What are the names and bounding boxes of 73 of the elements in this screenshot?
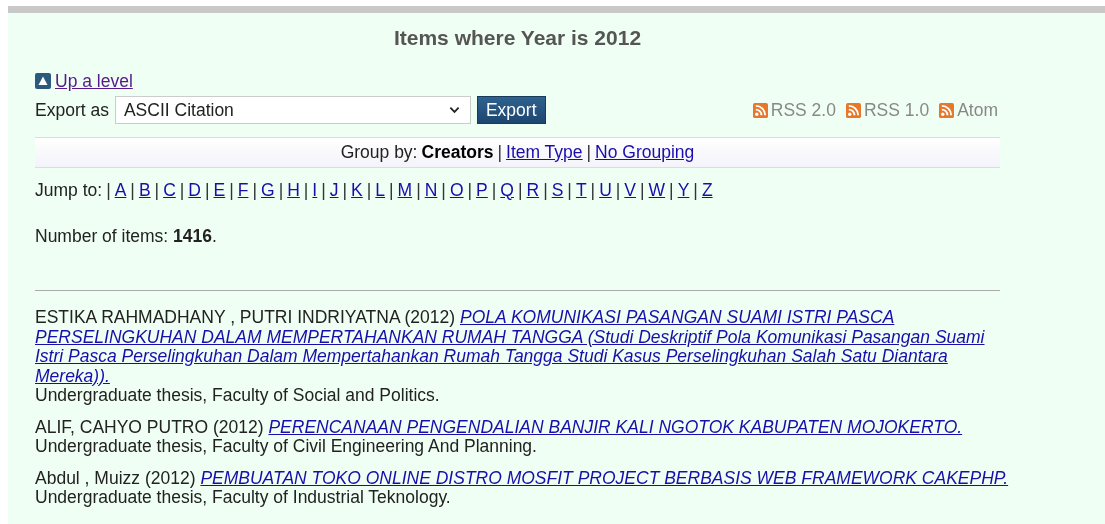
item-count: Number of items: 1416.	[35, 226, 218, 246]
separator: |	[615, 179, 621, 201]
letter-link[interactable]: Q	[500, 179, 514, 201]
separator: |	[154, 179, 160, 201]
group-option[interactable]: No Grouping	[595, 142, 695, 163]
letter-link[interactable]: I	[312, 179, 318, 201]
page-title: Items where Year is 2012	[392, 27, 643, 49]
separator: |	[278, 179, 284, 201]
separator: |	[252, 179, 257, 201]
citation: Abdul , Muizz (2012) PEMBUATAN TOKO ONLINE DISTRO MOSFIT PROJECT BERBASIS WEB FRAMEWORK CAKEPHP. Undergraduate thesis, Faculty of Industrial Teknology.	[35, 468, 1010, 508]
rss-icon	[845, 102, 861, 118]
letter-link[interactable]: H	[287, 179, 300, 201]
separator: |	[586, 142, 592, 163]
separator: |	[640, 179, 645, 201]
feed-link[interactable]: RSS 1.0	[863, 99, 930, 121]
separator: |	[669, 179, 674, 201]
separator: |	[130, 179, 135, 201]
separator: |	[497, 142, 503, 163]
separator: |	[204, 179, 210, 201]
letter-link[interactable]: B	[138, 179, 151, 201]
export-format-select[interactable]: ASCII Citation	[114, 96, 471, 124]
export-label: Export as	[35, 99, 109, 121]
letter-link[interactable]: Y	[677, 179, 690, 201]
letter-link[interactable]: C	[163, 179, 176, 201]
separator: |	[321, 179, 326, 201]
letter-link[interactable]: L	[375, 179, 386, 201]
letter-link[interactable]: N	[424, 179, 438, 201]
letter-link[interactable]: U	[599, 179, 612, 201]
letter-link[interactable]: E	[213, 179, 226, 201]
letter-link[interactable]: A	[114, 179, 127, 201]
separator: |	[106, 179, 111, 201]
separator: |	[342, 179, 348, 201]
letter-link[interactable]: G	[261, 179, 275, 201]
separator: |	[366, 179, 372, 201]
letter-link[interactable]: K	[351, 179, 363, 201]
chevron-icon	[448, 106, 460, 114]
separator: |	[543, 179, 548, 201]
feed-link[interactable]: RSS 2.0	[770, 99, 836, 121]
separator: |	[229, 179, 234, 201]
letter-link[interactable]: O	[449, 179, 464, 201]
group-by-label: Group by:	[340, 142, 418, 163]
letter-link[interactable]: D	[188, 179, 201, 201]
separator: |	[416, 179, 421, 201]
feed-link[interactable]: Atom	[957, 99, 998, 121]
letter-link[interactable]: J	[329, 179, 339, 201]
separator: |	[467, 179, 473, 201]
letter-link[interactable]: V	[624, 179, 637, 201]
rss-icon	[752, 102, 768, 118]
separator: |	[517, 179, 523, 201]
separator: |	[389, 179, 394, 201]
separator: |	[441, 179, 446, 201]
jump-to-label: Jump to:	[35, 179, 103, 201]
separator: |	[590, 179, 596, 201]
letter-link[interactable]: F	[237, 179, 249, 201]
separator: |	[567, 179, 572, 201]
separator: |	[693, 179, 698, 201]
letter-link[interactable]: S	[551, 179, 564, 201]
letter-link[interactable]: T	[575, 179, 587, 201]
citation: ESTIKA RAHMADHANY , PUTRI INDRIYATNA (2012) POLA KOMUNIKASI PASANGAN SUAMI ISTRI PASCA PERSELINGKUHAN DALAM MEMPERTAHANKAN RUMAH TANGGA (Studi Deskriptif Pola Komunikasi Pasangan Suami Istri Pasca Perselingkuhan Dalam Mempertahankan Rumah Tangga Studi Kasus Perselingkuhan Salah Satu Diantara Mereka)). Undergraduate thesis, Faculty of Social and Politics.	[35, 308, 986, 406]
letter-link[interactable]: R	[526, 179, 540, 201]
separator: |	[179, 179, 185, 201]
group-option: Creators	[421, 142, 494, 163]
group-option[interactable]: Item Type	[506, 142, 583, 163]
up-a-level-link[interactable]: Up a level	[55, 70, 133, 92]
rss-icon	[939, 102, 955, 118]
separator: |	[491, 179, 497, 201]
letter-link[interactable]: Z	[701, 179, 713, 201]
letter-link[interactable]: W	[648, 179, 666, 201]
citation: ALIF, CAHYO PUTRO (2012) PERENCANAAN PENGENDALIAN BANJIR KALI NGOTOK KABUPATEN MOJOKERTO. Undergraduate thesis, Faculty of Civil Engineering And Planning.	[35, 417, 964, 457]
letter-link[interactable]: P	[476, 179, 488, 201]
separator: |	[303, 179, 309, 201]
export-button[interactable]: Export	[476, 96, 546, 124]
letter-link[interactable]: M	[397, 179, 413, 201]
